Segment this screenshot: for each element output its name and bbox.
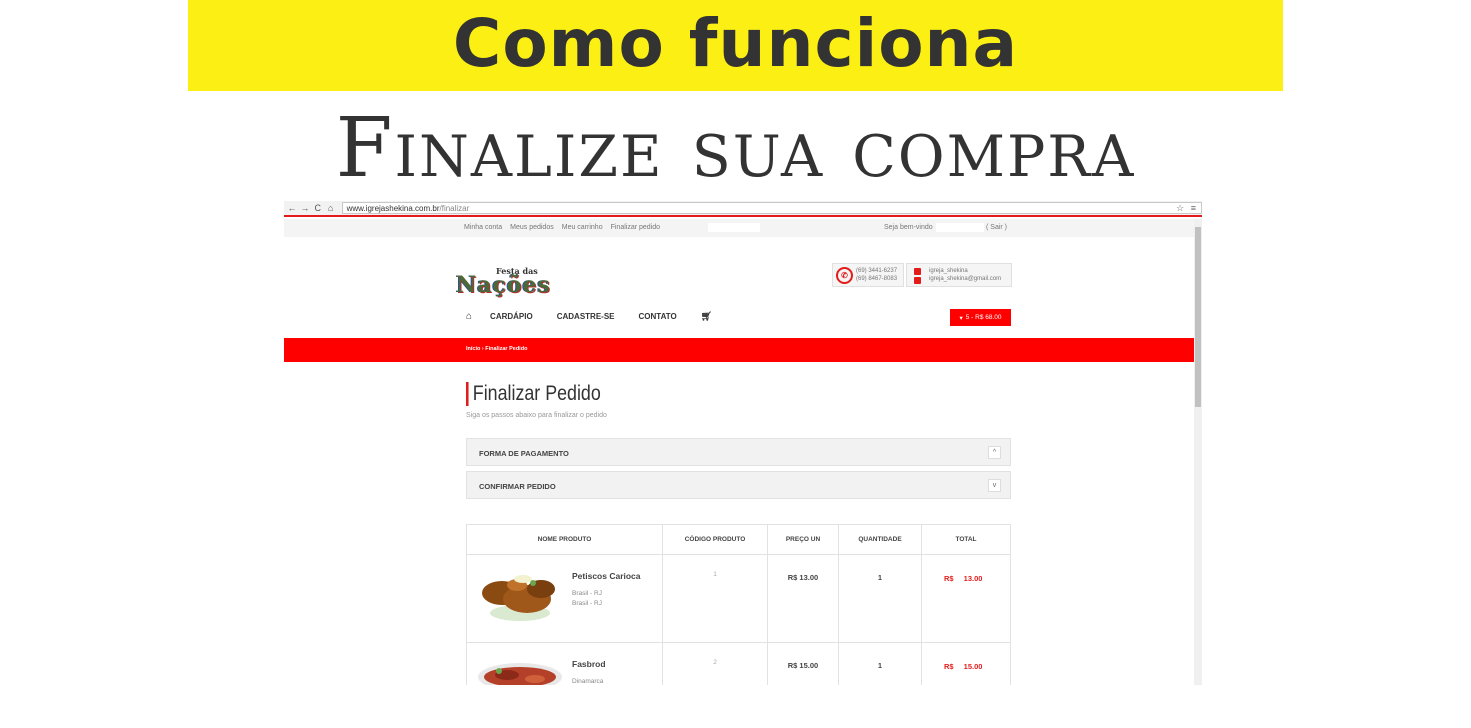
phone-1: (69) 3441-6237 (856, 268, 898, 274)
product-total: R$ 15.00 (944, 662, 983, 671)
social-box: igreja_shekina igreja_shekina@gmail.com (906, 263, 1012, 287)
product-code: 2 (713, 659, 717, 666)
email-icon (914, 277, 921, 284)
accordion-forma-pagamento[interactable]: FORMA DE PAGAMENTO ^ (466, 438, 1011, 466)
banner-subtitle: Finalize sua compra (335, 101, 1136, 196)
chevron-down-icon[interactable]: v (988, 479, 1001, 492)
banner-title: Como funciona (452, 4, 1019, 82)
product-price: R$ 13.00 (787, 573, 819, 582)
table-header: NOME PRODUTO CÓDIGO PRODUTO PREÇO UN QUA… (467, 525, 1010, 555)
address-bar[interactable]: www.igrejashekina.com.br/finalizar (341, 202, 1202, 214)
product-image (478, 663, 562, 685)
page-title: Finalizar Pedido (466, 382, 601, 406)
cart-button-icon: ▾ (959, 314, 963, 322)
phone-box: ✆ (69) 3441-6237 (69) 8467-8083 (832, 263, 904, 287)
link-meu-carrinho[interactable]: Meu carrinho (562, 224, 603, 231)
email-address[interactable]: igreja_shekina@gmail.com (929, 275, 1001, 283)
nav-cadastre-se[interactable]: CADASTRE-SE (557, 312, 615, 321)
link-minha-conta[interactable]: Minha conta (464, 224, 502, 231)
table-row: Fasbrod Dinamarca 2 R$ 15.00 1 R$ 15.00 (467, 643, 1010, 685)
cart-summary-button[interactable]: ▾ 5 - R$ 68.00 (950, 309, 1011, 326)
browser-toolbar: ← → C ⌂ www.igrejashekina.com.br/finaliz… (284, 201, 1202, 217)
col-codigo-produto: CÓDIGO PRODUTO (663, 525, 768, 554)
product-price: R$ 15.00 (787, 661, 819, 670)
cart-icon[interactable]: 🛒︎ (701, 311, 712, 322)
banner: Como funciona (188, 0, 1283, 91)
product-image (482, 575, 555, 621)
top-blank-field (708, 223, 760, 232)
product-origin: Brasil - RJ (572, 590, 602, 597)
link-finalizar-pedido[interactable]: Finalizar pedido (611, 224, 660, 231)
phone-2: (69) 8467-8083 (856, 276, 898, 282)
nav-contato[interactable]: CONTATO (639, 312, 677, 321)
url-host: www.igrejashekina.com.br (346, 203, 440, 213)
scrollbar[interactable] (1194, 219, 1202, 685)
home-icon[interactable]: ⌂ (326, 203, 336, 213)
accordion-confirmar-pedido[interactable]: CONFIRMAR PEDIDO v (466, 471, 1011, 499)
welcome-text: Seja bem-vindo (884, 224, 933, 231)
accordion-label: FORMA DE PAGAMENTO (479, 449, 569, 458)
chevron-up-icon[interactable]: ^ (988, 446, 1001, 459)
breadcrumb[interactable]: Início › Finalizar Pedido (466, 346, 527, 352)
nav-cardapio[interactable]: CARDÁPIO (490, 312, 533, 321)
main-nav: ⌂ CARDÁPIO CADASTRE-SE CONTATO 🛒︎ (466, 311, 712, 322)
col-total: TOTAL (955, 536, 977, 543)
logo-line2: Nações (456, 272, 551, 298)
url-path: /finalizar (439, 203, 470, 213)
product-name[interactable]: Petiscos Carioca (572, 571, 641, 581)
forward-icon[interactable]: → (300, 203, 310, 213)
cart-button-label: 5 - R$ 68.00 (965, 314, 1002, 321)
product-origin: Brasil - RJ (572, 600, 602, 607)
whatsapp-icon: ✆ (836, 267, 853, 284)
breadcrumb-bar: Início › Finalizar Pedido (284, 338, 1194, 362)
browser-window: ← → C ⌂ www.igrejashekina.com.br/finaliz… (284, 201, 1202, 685)
accordion-label: CONFIRMAR PEDIDO (479, 482, 556, 491)
product-name[interactable]: Fasbrod (572, 659, 606, 669)
link-meus-pedidos[interactable]: Meus pedidos (510, 224, 554, 231)
product-total: R$ 13.00 (944, 574, 983, 583)
browser-menu-icon[interactable]: ☆ ≡ (1176, 203, 1198, 214)
col-preco-un: PREÇO UN (768, 525, 839, 554)
page-subtitle: Siga os passos abaixo para finalizar o p… (466, 412, 607, 419)
reload-icon[interactable]: C (313, 203, 323, 213)
logout-link[interactable]: ( Sair ) (986, 224, 1007, 231)
col-quantidade: QUANTIDADE (839, 525, 922, 554)
table-row: Petiscos Carioca Brasil - RJ Brasil - RJ… (467, 555, 1010, 643)
product-quantity: 1 (877, 573, 883, 582)
order-table: NOME PRODUTO CÓDIGO PRODUTO PREÇO UN QUA… (466, 524, 1011, 685)
username-field (936, 223, 984, 232)
back-icon[interactable]: ← (287, 203, 297, 213)
skype-icon (914, 268, 921, 275)
col-nome-produto: NOME PRODUTO (467, 525, 663, 554)
product-quantity: 1 (877, 661, 883, 670)
home-nav-icon[interactable]: ⌂ (466, 311, 472, 322)
product-origin: Dinamarca (572, 678, 604, 685)
product-code: 1 (713, 571, 717, 578)
site-logo[interactable]: Festa das Nações (456, 266, 568, 298)
top-bar: Minha conta Meus pedidos Meu carrinho Fi… (284, 219, 1194, 237)
skype-name: igreja_shekina (929, 268, 968, 274)
scroll-thumb[interactable] (1195, 227, 1201, 407)
